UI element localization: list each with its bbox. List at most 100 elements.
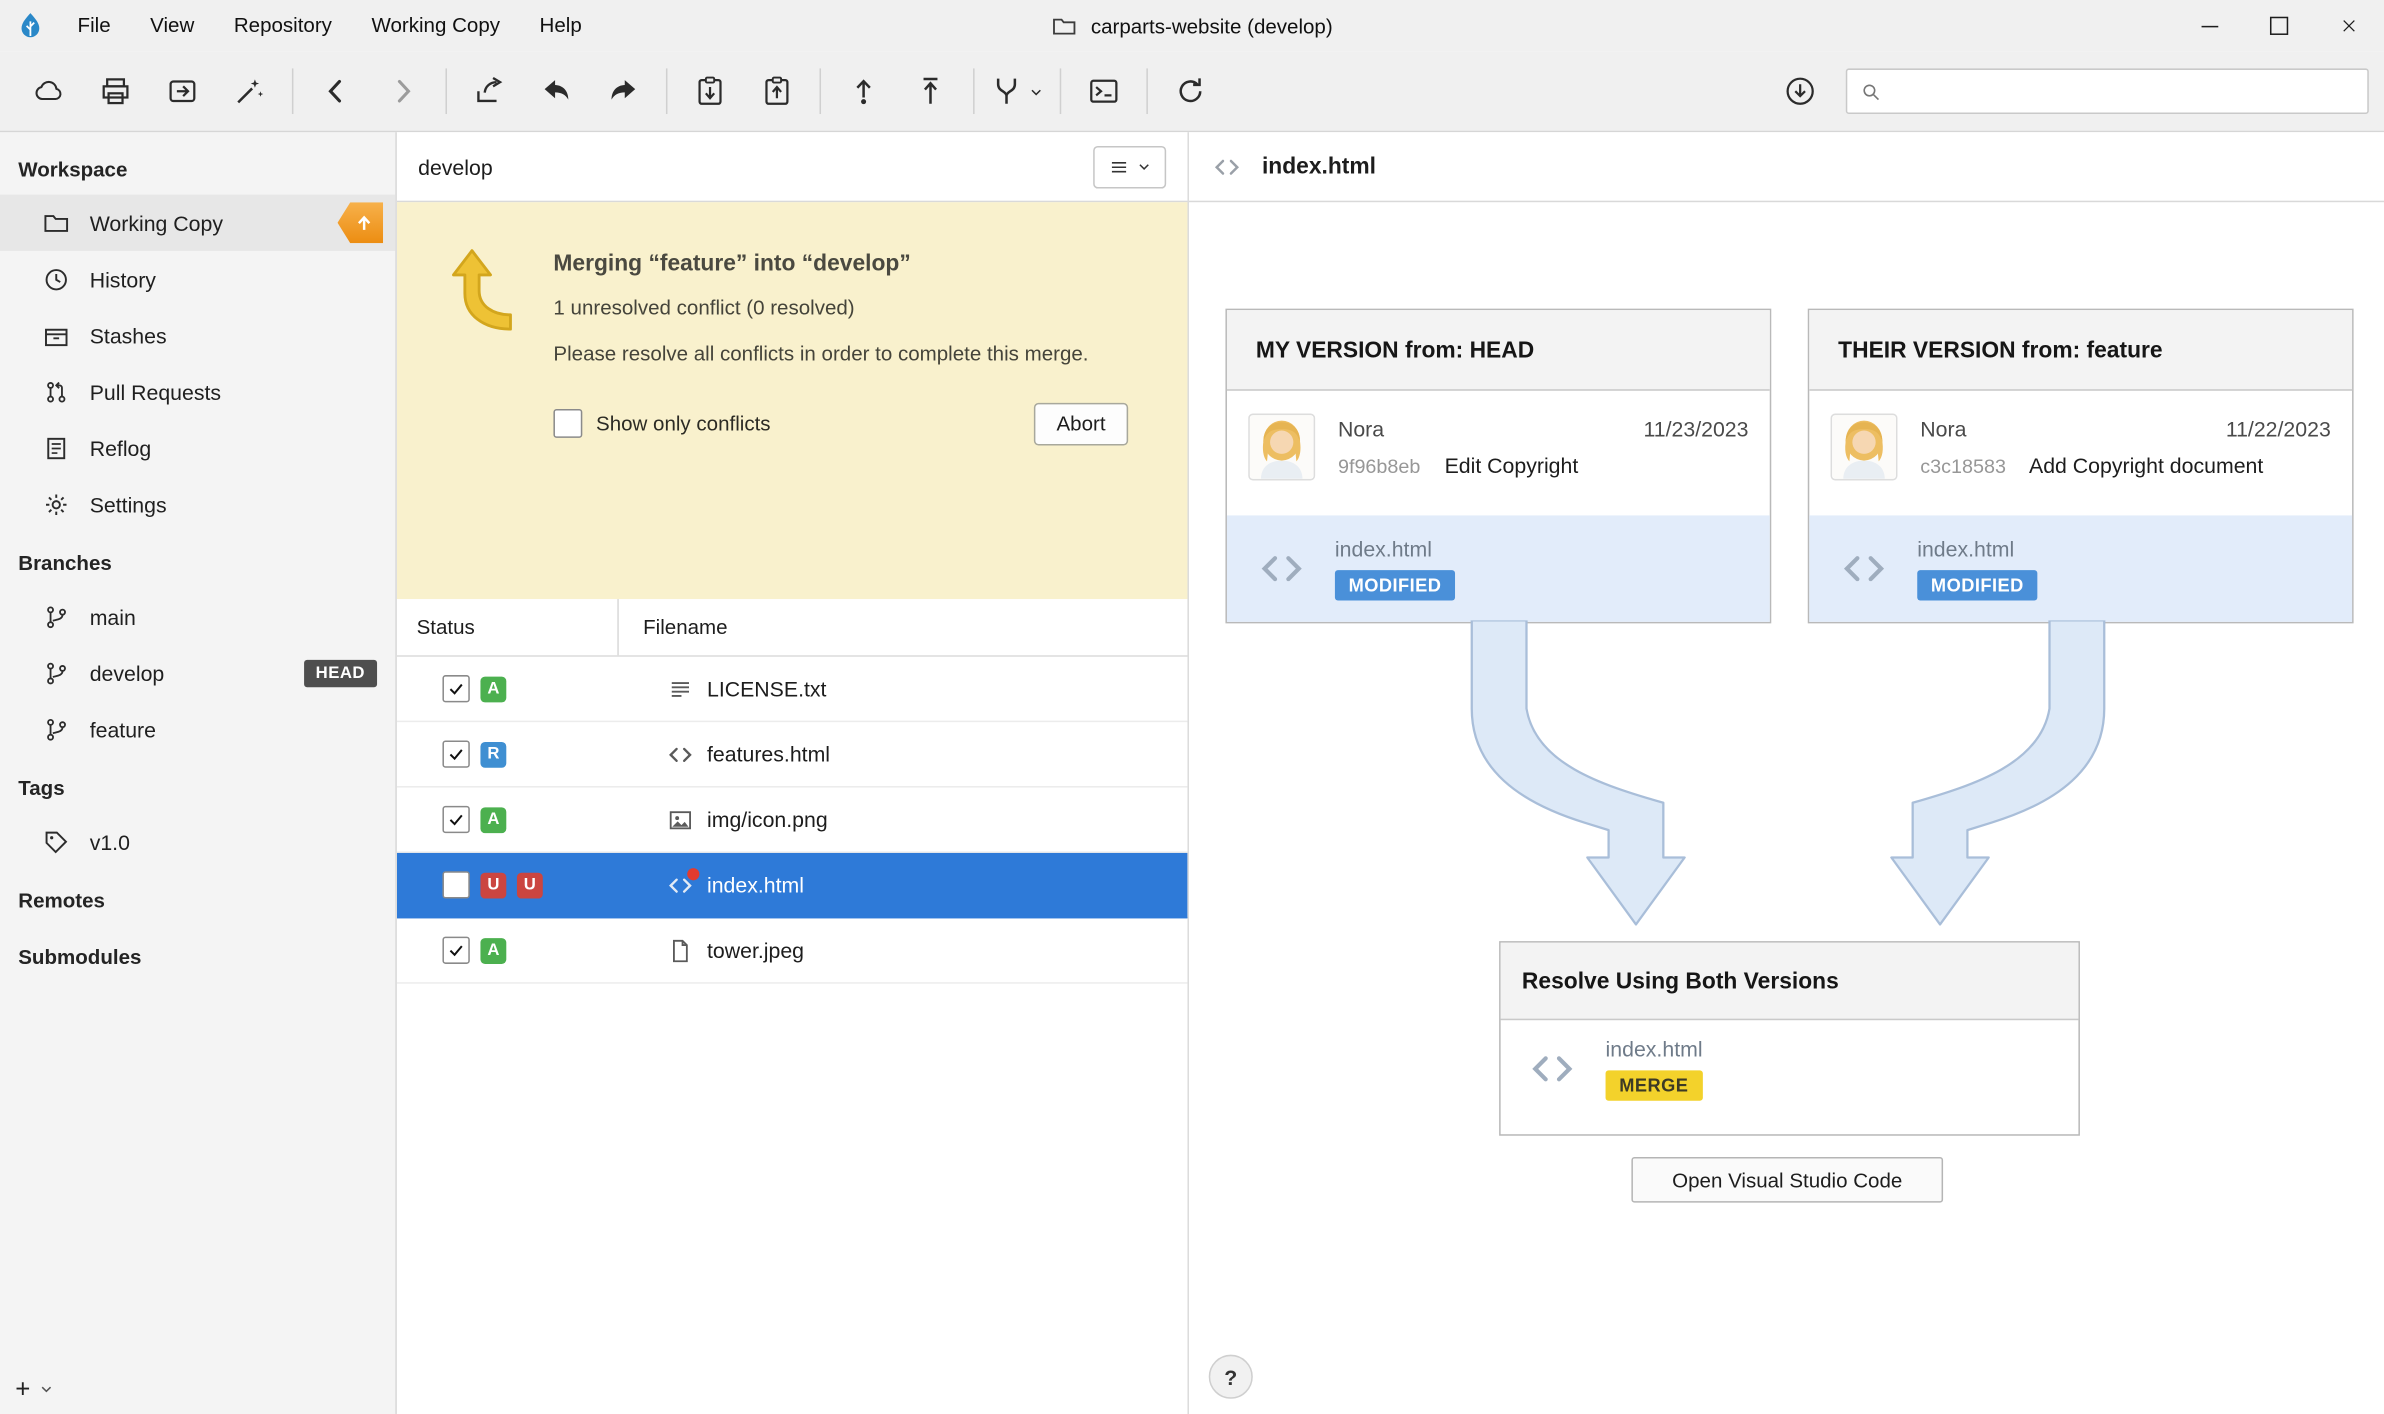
sidebar-item-pull-requests[interactable]: Pull Requests xyxy=(0,363,395,419)
table-row-img-icon-png[interactable]: A img/icon.png xyxy=(397,788,1188,853)
toolbar-divider xyxy=(973,68,975,114)
row-checkbox[interactable] xyxy=(442,806,469,833)
sidebar-item-history[interactable]: History xyxy=(0,251,395,307)
row-checkbox[interactable] xyxy=(442,675,469,702)
branch-label: develop xyxy=(90,661,165,685)
menu-view[interactable]: View xyxy=(130,0,214,52)
merge-menu-button[interactable] xyxy=(984,61,1051,122)
code-file-icon xyxy=(667,741,693,767)
commit-meta-text: Nora 11/23/2023 9f96b8eb Edit Copyright xyxy=(1338,414,1749,481)
chevron-down-icon xyxy=(1028,83,1045,100)
menu-working-copy[interactable]: Working Copy xyxy=(352,0,520,52)
resolve-card-body: index.html MERGE xyxy=(1501,1020,2079,1117)
back-button[interactable] xyxy=(303,61,370,122)
magic-wand-icon xyxy=(233,74,266,107)
merge-icon xyxy=(990,74,1023,107)
row-checkbox[interactable] xyxy=(442,871,469,898)
terminal-button[interactable] xyxy=(1070,61,1137,122)
sidebar-item-settings[interactable]: Settings xyxy=(0,476,395,532)
forward-button[interactable] xyxy=(369,61,436,122)
pull-request-icon xyxy=(43,378,70,405)
sidebar-branch-main[interactable]: main xyxy=(0,588,395,644)
search-box xyxy=(1846,68,2369,114)
file-list-options-button[interactable] xyxy=(1093,145,1166,188)
table-row-license-txt[interactable]: A LICENSE.txt xyxy=(397,657,1188,722)
refresh-button[interactable] xyxy=(1157,61,1224,122)
help-button[interactable]: ? xyxy=(1209,1355,1253,1399)
code-icon xyxy=(1834,546,1895,592)
sidebar-branch-develop[interactable]: develop HEAD xyxy=(0,645,395,701)
file-name: LICENSE.txt xyxy=(707,677,826,701)
menu-file[interactable]: File xyxy=(58,0,131,52)
menu-help[interactable]: Help xyxy=(520,0,602,52)
submodules-header[interactable]: Submodules xyxy=(0,926,395,982)
code-icon xyxy=(1251,546,1312,592)
file-name: index.html xyxy=(1917,537,2037,561)
folder-icon xyxy=(1051,13,1077,39)
branch-label: feature xyxy=(90,717,156,741)
author-name: Nora xyxy=(1338,417,1384,441)
sidebar-item-stashes[interactable]: Stashes xyxy=(0,307,395,363)
table-row-index-html[interactable]: U U index.html xyxy=(397,853,1188,918)
status-badge-added: A xyxy=(480,676,506,702)
stash-button[interactable] xyxy=(677,61,744,122)
open-visual-studio-code-button[interactable]: Open Visual Studio Code xyxy=(1631,1157,1943,1203)
my-version-card: MY VERSION from: HEAD Nora 11/23/2023 9f… xyxy=(1225,309,1771,624)
search-input[interactable] xyxy=(1893,78,2355,104)
merge-notice-title: Merging “feature” into “develop” xyxy=(553,251,1128,277)
abort-button[interactable]: Abort xyxy=(1034,403,1128,446)
show-only-conflicts-checkbox[interactable] xyxy=(553,410,582,439)
commit-button[interactable] xyxy=(82,61,149,122)
checkout-icon xyxy=(166,74,199,107)
check-icon xyxy=(447,810,465,828)
resolve-both-versions-card[interactable]: Resolve Using Both Versions index.html M… xyxy=(1499,941,2080,1136)
tag-icon xyxy=(43,828,70,855)
workspace-header: Workspace xyxy=(0,138,395,194)
status-badge-renamed: R xyxy=(480,741,506,767)
undo-button[interactable] xyxy=(523,61,590,122)
current-branch-title: develop xyxy=(418,154,493,178)
row-checkbox[interactable] xyxy=(442,937,469,964)
table-row-features-html[interactable]: R features.html xyxy=(397,722,1188,787)
menubar: File View Repository Working Copy Help xyxy=(58,0,602,52)
stash-icon xyxy=(693,74,726,107)
working-copy-pending-badge xyxy=(338,202,384,243)
close-button[interactable] xyxy=(2314,0,2384,52)
forward-icon xyxy=(386,74,419,107)
redo-icon xyxy=(607,74,640,107)
sidebar-item-working-copy[interactable]: Working Copy xyxy=(0,195,395,251)
unstash-button[interactable] xyxy=(743,61,810,122)
remote-button[interactable] xyxy=(15,61,82,122)
table-row-tower-jpeg[interactable]: A tower.jpeg xyxy=(397,918,1188,983)
redo-button[interactable] xyxy=(590,61,657,122)
add-repo-button[interactable]: + xyxy=(15,1376,54,1402)
file-name: index.html xyxy=(1335,537,1455,561)
maximize-button[interactable] xyxy=(2244,0,2314,52)
sidebar-branch-feature[interactable]: feature xyxy=(0,701,395,757)
download-button[interactable] xyxy=(1767,61,1834,122)
minimize-button[interactable] xyxy=(2174,0,2244,52)
menu-repository[interactable]: Repository xyxy=(214,0,352,52)
up-arrow-icon xyxy=(352,211,375,234)
branches-header: Branches xyxy=(0,532,395,588)
toolbar-divider xyxy=(1146,68,1148,114)
show-only-conflicts-label[interactable]: Show only conflicts xyxy=(596,413,771,436)
column-header-filename[interactable]: Filename xyxy=(619,599,728,655)
column-header-status[interactable]: Status xyxy=(397,599,619,655)
sidebar-item-reflog[interactable]: Reflog xyxy=(0,420,395,476)
push-button[interactable] xyxy=(830,61,897,122)
pull-button[interactable] xyxy=(897,61,964,122)
commit-icon xyxy=(99,74,132,107)
sidebar-item-label: Working Copy xyxy=(90,211,223,235)
magic-wand-button[interactable] xyxy=(216,61,283,122)
toolbar-divider xyxy=(445,68,447,114)
checkout-button[interactable] xyxy=(149,61,216,122)
text-file-icon xyxy=(667,676,693,702)
window-controls xyxy=(2174,0,2384,52)
sidebar-tag-v1-0[interactable]: v1.0 xyxy=(0,813,395,869)
remotes-header[interactable]: Remotes xyxy=(0,870,395,926)
detail-panel-header: index.html xyxy=(1189,132,2384,202)
discard-button[interactable] xyxy=(456,61,523,122)
row-checkbox[interactable] xyxy=(442,740,469,767)
maximize-icon xyxy=(2270,17,2288,35)
